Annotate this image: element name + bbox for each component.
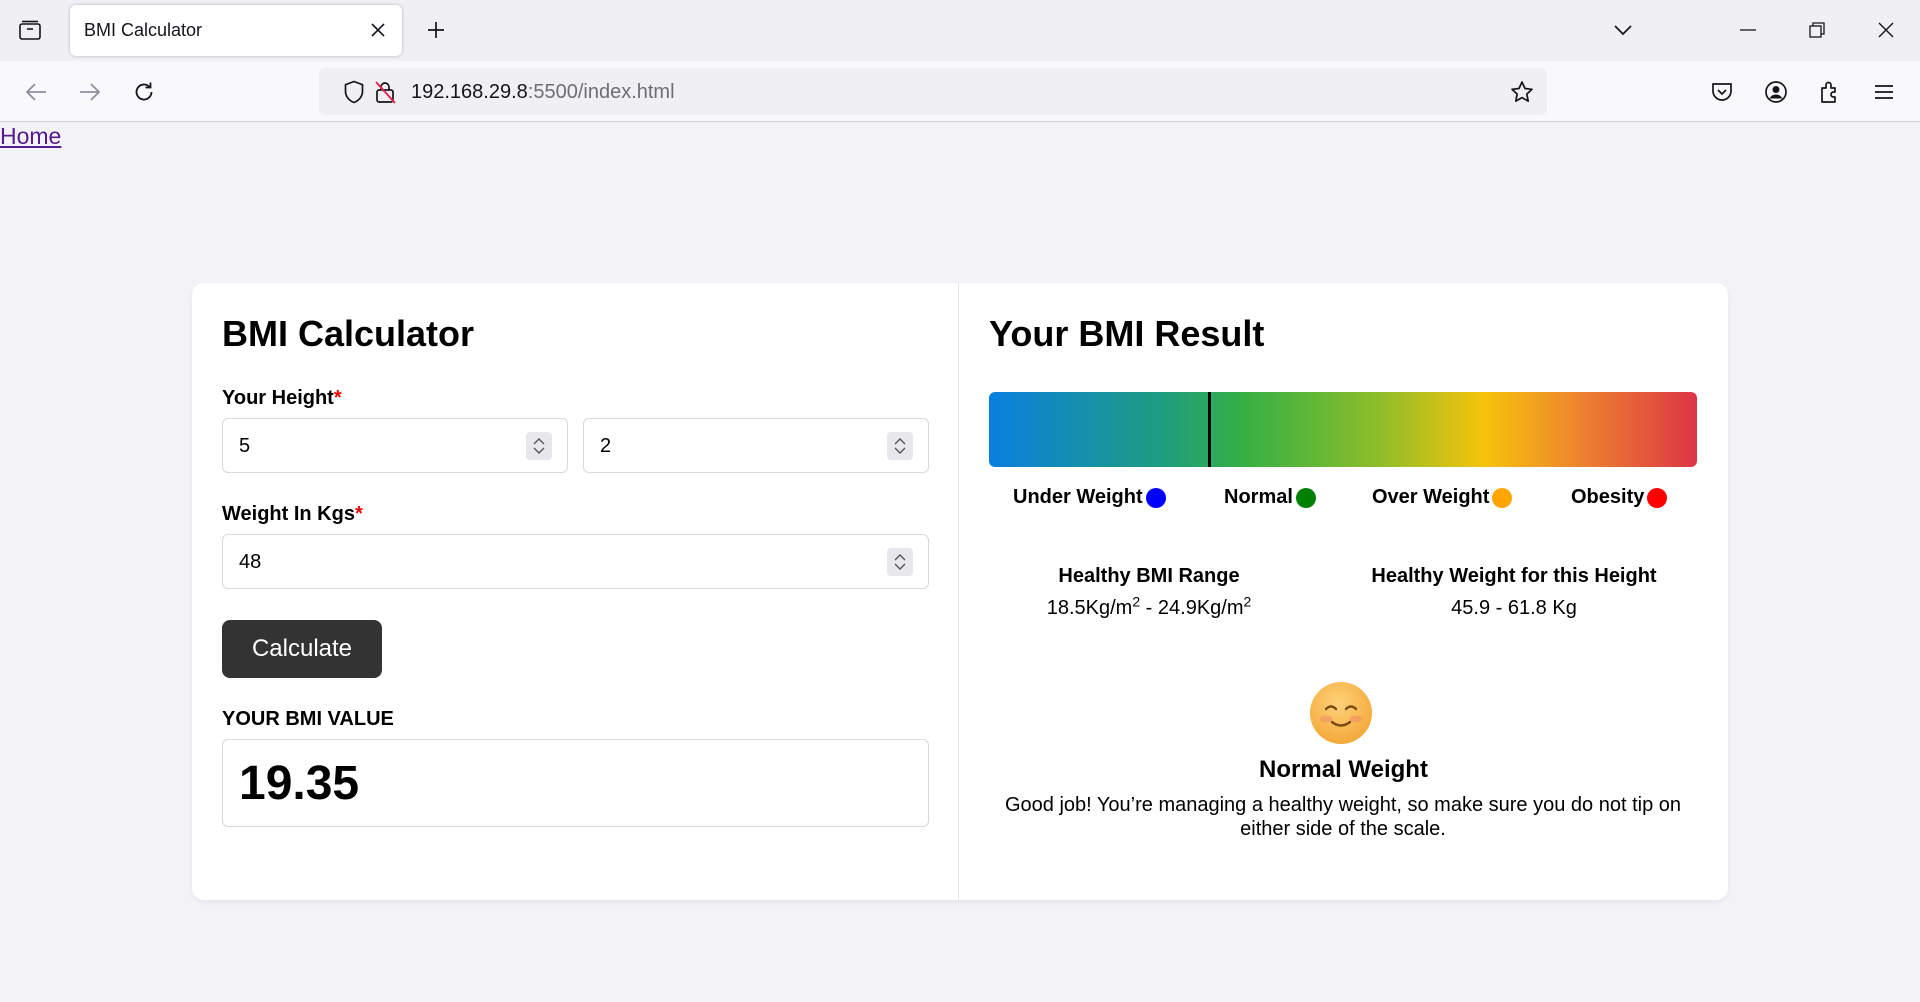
chevron-down-icon — [1614, 25, 1632, 36]
forward-button[interactable] — [71, 73, 109, 111]
arrow-right-icon — [80, 83, 101, 101]
reload-icon — [135, 82, 153, 101]
healthy-weight-title: Healthy Weight for this Height — [1371, 565, 1657, 587]
pocket-button[interactable] — [1703, 73, 1741, 111]
calculate-button[interactable]: Calculate — [222, 620, 382, 678]
navigation-toolbar: 192.168.29.8:5500/index.html — [0, 61, 1920, 122]
extensions-button[interactable] — [1811, 73, 1849, 111]
height-inches-input[interactable]: 2 — [583, 418, 929, 473]
tab-list-button[interactable] — [10, 12, 50, 48]
legend-obesity: Obesity — [1571, 486, 1668, 509]
height-inches-value: 2 — [600, 435, 612, 457]
bookmark-button[interactable] — [1507, 77, 1537, 107]
back-button[interactable] — [17, 73, 55, 111]
height-feet-spinner[interactable] — [526, 432, 552, 460]
weight-spinner[interactable] — [887, 548, 913, 576]
tab-title: BMI Calculator — [84, 20, 203, 40]
range-separator: - — [1140, 597, 1158, 619]
required-marker: * — [333, 387, 342, 409]
bmi-card: BMI Calculator Your Height* 5 2 Weight I… — [192, 283, 1728, 900]
legend-under-weight: Under Weight — [1013, 486, 1166, 509]
height-inches-spinner[interactable] — [887, 432, 913, 460]
healthy-weight-value: 45.9 - 61.8 Kg — [1451, 597, 1577, 619]
healthy-bmi-range-title: Healthy BMI Range — [1058, 565, 1240, 587]
result-title: Your BMI Result — [989, 313, 1265, 354]
bmi-value: 19.35 — [239, 757, 360, 810]
menu-button[interactable] — [1865, 73, 1903, 111]
puzzle-icon — [1821, 81, 1836, 103]
tab-list-icon — [19, 20, 41, 40]
legend-over-weight: Over Weight — [1372, 486, 1513, 509]
height-feet-value: 5 — [239, 435, 251, 457]
required-marker: * — [354, 503, 363, 525]
legend-label: Under Weight — [1013, 486, 1143, 508]
result-panel: Your BMI Result Under Weight Normal Over… — [959, 283, 1728, 900]
healthy-bmi-range-value: 18.5Kg/m2 - 24.9Kg/m2 — [999, 594, 1299, 620]
legend-dot-orange — [1492, 487, 1513, 508]
url-text: 192.168.29.8:5500/index.html — [411, 81, 675, 104]
hamburger-menu-icon — [1875, 85, 1893, 99]
range-high: 24.9Kg/m — [1157, 597, 1244, 619]
bmi-scale-marker — [1208, 392, 1212, 467]
weight-label-text: Weight In Kgs — [222, 503, 355, 525]
account-button[interactable] — [1757, 73, 1795, 111]
arrow-left-icon — [25, 83, 46, 101]
restore-icon — [1809, 22, 1825, 38]
legend-label: Normal — [1224, 486, 1293, 508]
url-bar[interactable]: 192.168.29.8:5500/index.html — [319, 68, 1547, 115]
tab-close-button[interactable] — [364, 16, 392, 44]
url-path: :5500/index.html — [527, 81, 675, 103]
plus-icon — [428, 22, 444, 38]
chevron-up-icon — [894, 554, 906, 561]
bmi-scale-bar — [989, 392, 1697, 467]
range-high-exponent: 2 — [1243, 593, 1252, 610]
range-low-exponent: 2 — [1132, 593, 1141, 610]
window-close-button[interactable] — [1866, 12, 1906, 48]
close-icon — [1878, 22, 1894, 38]
list-all-tabs-button[interactable] — [1603, 12, 1643, 48]
smiling-face-icon — [1310, 682, 1372, 744]
chevron-up-icon — [894, 438, 906, 445]
legend-label: Obesity — [1571, 486, 1645, 508]
reload-button[interactable] — [125, 73, 163, 111]
insecure-lock-icon[interactable] — [372, 79, 398, 105]
calculator-panel: BMI Calculator Your Height* 5 2 Weight I… — [192, 283, 959, 900]
legend-normal: Normal — [1224, 486, 1316, 509]
minimize-button[interactable] — [1728, 12, 1768, 48]
chevron-down-icon — [894, 447, 906, 454]
legend-dot-red — [1647, 487, 1668, 508]
active-tab[interactable]: BMI Calculator — [70, 5, 402, 56]
height-label-text: Your Height — [222, 387, 334, 409]
url-host: 192.168.29.8 — [411, 81, 528, 103]
status-title: Normal Weight — [1259, 756, 1428, 783]
tab-strip: BMI Calculator — [0, 0, 1920, 61]
chevron-up-icon — [533, 438, 545, 445]
legend-dot-blue — [1145, 487, 1166, 508]
restore-button[interactable] — [1797, 12, 1837, 48]
shield-icon[interactable] — [341, 79, 367, 105]
minimize-icon — [1740, 29, 1756, 31]
star-icon — [1511, 81, 1533, 102]
chevron-down-icon — [533, 447, 545, 454]
calculator-title: BMI Calculator — [222, 313, 475, 354]
legend-label: Over Weight — [1372, 486, 1490, 508]
close-icon — [371, 23, 385, 37]
pocket-icon — [1712, 83, 1732, 101]
weight-input[interactable]: 48 — [222, 534, 929, 589]
range-low: 18.5Kg/m — [1046, 597, 1133, 619]
status-message: Good job! You’re managing a healthy weig… — [1004, 794, 1681, 840]
weight-label: Weight In Kgs* — [222, 503, 363, 526]
chevron-down-icon — [894, 563, 906, 570]
bmi-value-label: YOUR BMI VALUE — [222, 708, 394, 730]
height-feet-input[interactable]: 5 — [222, 418, 568, 473]
home-link[interactable]: Home — [0, 123, 61, 150]
legend-dot-green — [1295, 487, 1316, 508]
new-tab-button[interactable] — [418, 12, 454, 48]
account-icon — [1765, 81, 1787, 103]
height-label: Your Height* — [222, 387, 342, 410]
bmi-value-box: 19.35 — [222, 739, 929, 827]
weight-value: 48 — [239, 551, 262, 573]
